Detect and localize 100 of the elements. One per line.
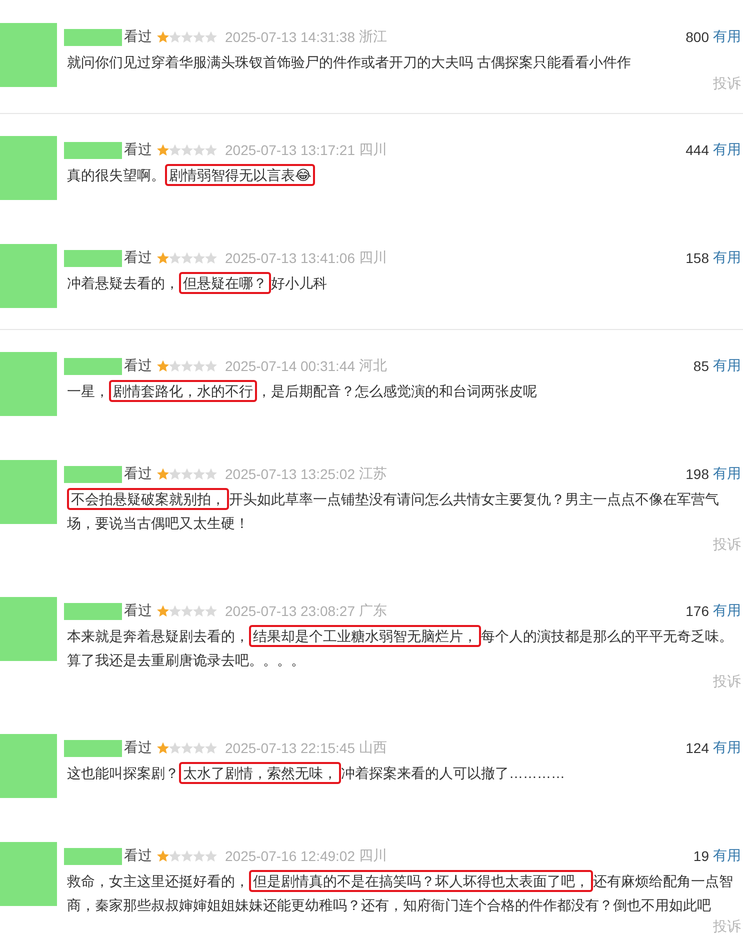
comment-text: 真的很失望啊。 剧情弱智得无以言表😂 (67, 163, 735, 187)
star-icon (169, 360, 181, 372)
useful-link[interactable]: 有用 (713, 847, 741, 865)
watched-label: 看过 (124, 465, 152, 483)
comment-text: 不会拍悬疑破案就别拍， 开头如此草率一点铺垫没有请问怎么共情女主要复仇？男主一点点不像在军营气场，要说当古偶吧又太生硬！ (67, 487, 735, 535)
watched-label: 看过 (124, 357, 152, 375)
avatar-placeholder (0, 734, 57, 798)
useful-link[interactable]: 有用 (713, 141, 741, 159)
comment-location: 浙江 (359, 28, 387, 46)
watched-label: 看过 (124, 739, 152, 757)
avatar-placeholder (0, 842, 57, 906)
redacted-name-block (64, 28, 122, 46)
star-icon (193, 468, 205, 480)
watched-label: 看过 (124, 28, 152, 46)
vote-count: 124 (686, 740, 709, 756)
star-icon (169, 252, 181, 264)
star-icon (181, 360, 193, 372)
avatar-placeholder (0, 244, 57, 308)
star-icon (157, 31, 169, 43)
star-icon (169, 742, 181, 754)
star-icon (181, 468, 193, 480)
vote-count: 800 (686, 29, 709, 45)
redacted-name-block (64, 602, 122, 620)
star-icon (193, 850, 205, 862)
star-icon (193, 742, 205, 754)
star-icon (205, 31, 217, 43)
star-icon (157, 468, 169, 480)
watched-label: 看过 (124, 249, 152, 267)
comment-time: 2025-07-14 00:31:44 (225, 358, 355, 374)
avatar-placeholder (0, 23, 57, 87)
comment-text: 救命，女主这里还挺好看的， 但是剧情真的不是在搞笑吗？坏人坏得也太表面了吧， 还有麻烦给配角一点智商，秦家那些叔叔婶婶姐姐妹妹还能更幼稚吗？还有，知府衙门连个合格的件作都没有？倒也不用如此吧 (67, 869, 735, 917)
star-icon (205, 605, 217, 617)
vote-count: 19 (693, 848, 709, 864)
useful-link[interactable]: 有用 (713, 357, 741, 375)
star-icon (181, 850, 193, 862)
star-icon (157, 850, 169, 862)
star-icon (193, 144, 205, 156)
comment-time: 2025-07-13 22:15:45 (225, 740, 355, 756)
star-icon (181, 144, 193, 156)
vote-count: 85 (693, 358, 709, 374)
comment-time: 2025-07-16 12:49:02 (225, 848, 355, 864)
star-icon (181, 742, 193, 754)
star-icon (169, 468, 181, 480)
vote-count: 176 (686, 603, 709, 619)
useful-link[interactable]: 有用 (713, 739, 741, 757)
redacted-name-block (64, 250, 122, 266)
vote-count: 198 (686, 466, 709, 482)
comment-time: 2025-07-13 13:17:21 (225, 142, 355, 158)
star-icon (193, 31, 205, 43)
comment-time: 2025-07-13 23:08:27 (225, 603, 355, 619)
star-icon (193, 360, 205, 372)
star-icon (205, 252, 217, 264)
comment-time: 2025-07-13 13:25:02 (225, 466, 355, 482)
comment-location: 江苏 (359, 465, 387, 483)
useful-link[interactable]: 有用 (713, 28, 741, 46)
watched-label: 看过 (124, 602, 152, 620)
comment-time: 2025-07-13 13:41:06 (225, 250, 355, 266)
star-icon (181, 605, 193, 617)
star-icon (205, 144, 217, 156)
star-icon (169, 850, 181, 862)
comment-location: 四川 (359, 249, 387, 267)
star-icon (205, 742, 217, 754)
avatar-placeholder (0, 136, 57, 200)
comment-location: 山西 (359, 739, 387, 757)
star-icon (157, 360, 169, 372)
watched-label: 看过 (124, 847, 152, 865)
star-icon (169, 144, 181, 156)
comment-location: 河北 (359, 357, 387, 375)
redacted-name-block (64, 142, 122, 158)
useful-link[interactable]: 有用 (713, 249, 741, 267)
redacted-name-block (64, 358, 122, 374)
avatar-placeholder (0, 352, 57, 416)
comment-text: 就问你们见过穿着华服满头珠钗首饰验尸的件作或者开刀的大夫吗 古偶探案只能看看小件作 (67, 53, 632, 72)
star-icon (157, 605, 169, 617)
useful-link[interactable]: 有用 (713, 465, 741, 483)
redacted-name-block (64, 848, 122, 864)
comment-text: 本来就是奔着悬疑剧去看的， 结果却是个工业糖水弱智无脑烂片， 每个人的演技都是那么的平平无奇乏味。算了我还是去重刷唐诡录去吧。。。。 (67, 624, 735, 672)
star-icon (157, 742, 169, 754)
star-icon (181, 252, 193, 264)
vote-count: 444 (686, 142, 709, 158)
comment-location: 广东 (359, 602, 387, 620)
comment-text: 冲着悬疑去看的， 但悬疑在哪？ 好小儿科 (67, 271, 735, 295)
star-icon (157, 252, 169, 264)
redacted-name-block (64, 466, 122, 482)
redacted-name-block (64, 740, 122, 756)
comment-text: 一星， 剧情套路化，水的不行 ，是后期配音？怎么感觉演的和台词两张皮呢 (67, 379, 735, 403)
watched-label: 看过 (124, 141, 152, 159)
star-icon (169, 605, 181, 617)
star-icon (169, 31, 181, 43)
useful-link[interactable]: 有用 (713, 602, 741, 620)
star-icon (181, 31, 193, 43)
avatar-placeholder (0, 597, 57, 661)
avatar-placeholder (0, 460, 57, 524)
star-icon (205, 468, 217, 480)
comment-text: 这也能叫探案剧？ 太水了剧情，索然无味， 冲着探案来看的人可以撤了………… (67, 761, 735, 785)
star-icon (157, 144, 169, 156)
star-icon (193, 605, 205, 617)
star-icon (205, 360, 217, 372)
comment-location: 四川 (359, 847, 387, 865)
star-icon (205, 850, 217, 862)
